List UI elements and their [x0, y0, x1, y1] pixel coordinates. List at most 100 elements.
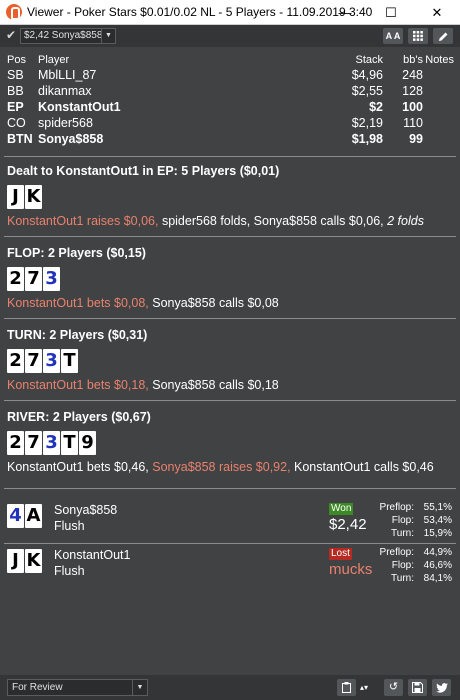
font-size-button[interactable]: A A: [383, 28, 403, 44]
player-column-header[interactable]: Player: [38, 53, 69, 67]
preflop-title: Dealt to KonstantOut1 in EP: 5 Players (…: [7, 164, 280, 178]
notes-column-header[interactable]: Notes: [425, 53, 454, 67]
playing-card: 9: [79, 431, 96, 455]
row-pos: CO: [7, 116, 26, 130]
playing-card: 3: [43, 431, 60, 455]
title-bar: Viewer - Poker Stars $0.01/0.02 NL - 5 P…: [0, 0, 460, 25]
playing-card: 7: [25, 431, 42, 455]
close-button[interactable]: ✕: [414, 0, 460, 25]
stack-column-header[interactable]: Stack: [355, 53, 383, 67]
stat-value: 53,4%: [423, 515, 452, 526]
twitter-icon[interactable]: [432, 679, 451, 696]
clipboard-icon[interactable]: [337, 679, 356, 696]
showdown-player: KonstantOut1: [54, 548, 131, 562]
stat-value: 55,1%: [423, 502, 452, 513]
row-pos: EP: [7, 100, 24, 114]
pokerstars-app-icon: [6, 4, 22, 20]
playing-card: K: [25, 549, 42, 573]
row-player: KonstantOut1: [38, 100, 121, 114]
playing-card: T: [61, 349, 78, 373]
stat-label: Flop:: [391, 515, 414, 526]
turn-actions: KonstantOut1 bets $0,18, Sonya$858 calls…: [7, 378, 454, 392]
equity-stats: Preflop: 55,1% Flop: 53,4% Turn: 15,9%: [372, 501, 452, 540]
won-badge: Won: [329, 503, 354, 515]
bbs-column-header[interactable]: bb's: [403, 53, 423, 67]
showdown-hand: Flush: [54, 564, 85, 578]
playing-card: 7: [25, 267, 42, 291]
other-actions: KonstantOut1 bets $0,46,: [7, 460, 153, 474]
won-amount: $2,42: [329, 516, 367, 533]
table-header: Pos Player Stack bb's Notes: [7, 53, 454, 67]
grid-icon[interactable]: [408, 28, 428, 44]
stat-value: 84,1%: [423, 573, 452, 584]
other-actions: KonstantOut1 calls $0,46: [290, 460, 434, 474]
review-status-value: For Review: [12, 682, 63, 693]
other-actions: spider568 folds, Sonya$858 calls $0,06,: [158, 214, 388, 228]
table-row[interactable]: BB dikanmax $2,55 128: [7, 83, 454, 99]
pos-column-header[interactable]: Pos: [7, 53, 26, 67]
stat-label: Preflop:: [379, 547, 414, 558]
table-row-hero[interactable]: EP KonstantOut1 $2 100: [7, 99, 454, 115]
row-stack: $2,55: [351, 84, 383, 98]
divider: [4, 400, 456, 401]
hero-action: KonstantOut1 raises $0,06,: [7, 214, 159, 228]
row-bbs: 248: [402, 68, 423, 82]
replay-icon[interactable]: ↺: [384, 679, 403, 696]
minimize-button[interactable]: —: [322, 0, 368, 25]
maximize-button[interactable]: ☐: [368, 0, 414, 25]
save-icon[interactable]: [408, 679, 427, 696]
row-stack: $2: [369, 100, 383, 114]
playing-card: 3: [43, 349, 60, 373]
divider: [4, 318, 456, 319]
showdown-cards: 4A: [7, 504, 43, 528]
hand-viewer-content: Pos Player Stack bb's Notes SB MblLLI_87…: [0, 47, 460, 675]
check-icon[interactable]: ✔: [6, 28, 16, 42]
stat-value: 46,6%: [423, 560, 452, 571]
row-player: MblLLI_87: [38, 68, 97, 82]
table-row[interactable]: CO spider568 $2,19 110: [7, 115, 454, 131]
playing-card: J: [7, 549, 24, 573]
playing-card: 2: [7, 267, 24, 291]
status-bar: For Review ▼ ▴▾ ↺: [0, 675, 460, 700]
hero-action: KonstantOut1 bets $0,08,: [7, 296, 149, 310]
showdown-player: Sonya$858: [54, 503, 118, 517]
turn-cards: 273T: [7, 349, 454, 373]
row-pos: BTN: [7, 132, 33, 146]
showdown-winner: 4A Sonya$858 Flush Won $2,42 Preflop: 55,…: [7, 498, 454, 542]
row-bbs: 110: [403, 116, 423, 130]
row-stack: $4,96: [351, 68, 383, 82]
flop-cards: 273: [7, 267, 454, 291]
playing-card: A: [25, 504, 42, 528]
row-bbs: 99: [409, 132, 423, 146]
folds-summary: 2 folds: [387, 214, 424, 228]
stat-label: Preflop:: [379, 502, 414, 513]
toolbar: ✔ $2,42 Sonya$858 ▼ A A: [0, 25, 460, 47]
window-title: Viewer - Poker Stars $0.01/0.02 NL - 5 P…: [27, 5, 373, 19]
chevron-down-icon[interactable]: ▼: [132, 680, 147, 695]
turn-section: TURN: 2 Players ($0,31) 273T KonstantOut…: [7, 328, 454, 392]
row-bbs: 128: [402, 84, 423, 98]
preflop-actions: KonstantOut1 raises $0,06, spider568 fol…: [7, 214, 454, 228]
playing-card: T: [61, 431, 78, 455]
stat-value: 44,9%: [423, 547, 452, 558]
table-row[interactable]: SB MblLLI_87 $4,96 248: [7, 67, 454, 83]
playing-card: 3: [43, 267, 60, 291]
playing-card: 4: [7, 504, 24, 528]
divider: [4, 488, 456, 489]
up-down-icon[interactable]: ▴▾: [357, 679, 371, 696]
chevron-down-icon[interactable]: ▼: [101, 29, 115, 43]
stat-label: Turn:: [391, 528, 414, 539]
other-actions: Sonya$858 calls $0,18: [148, 378, 279, 392]
other-actions: Sonya$858 calls $0,08: [148, 296, 279, 310]
river-cards: 273T9: [7, 431, 454, 455]
showdown-cards: JK: [7, 549, 43, 573]
table-row-winner[interactable]: BTN Sonya$858 $1,98 99: [7, 131, 454, 147]
review-status-select[interactable]: For Review ▼: [7, 679, 148, 696]
equity-stats: Preflop: 44,9% Flop: 46,6% Turn: 84,1%: [372, 546, 452, 585]
mucks-label: mucks: [329, 561, 373, 578]
hand-select[interactable]: $2,42 Sonya$858 ▼: [20, 28, 116, 44]
river-section: RIVER: 2 Players ($0,67) 273T9 KonstantO…: [7, 410, 454, 474]
pencil-icon[interactable]: [433, 28, 453, 44]
row-pos: SB: [7, 68, 24, 82]
stat-value: 15,9%: [423, 528, 452, 539]
